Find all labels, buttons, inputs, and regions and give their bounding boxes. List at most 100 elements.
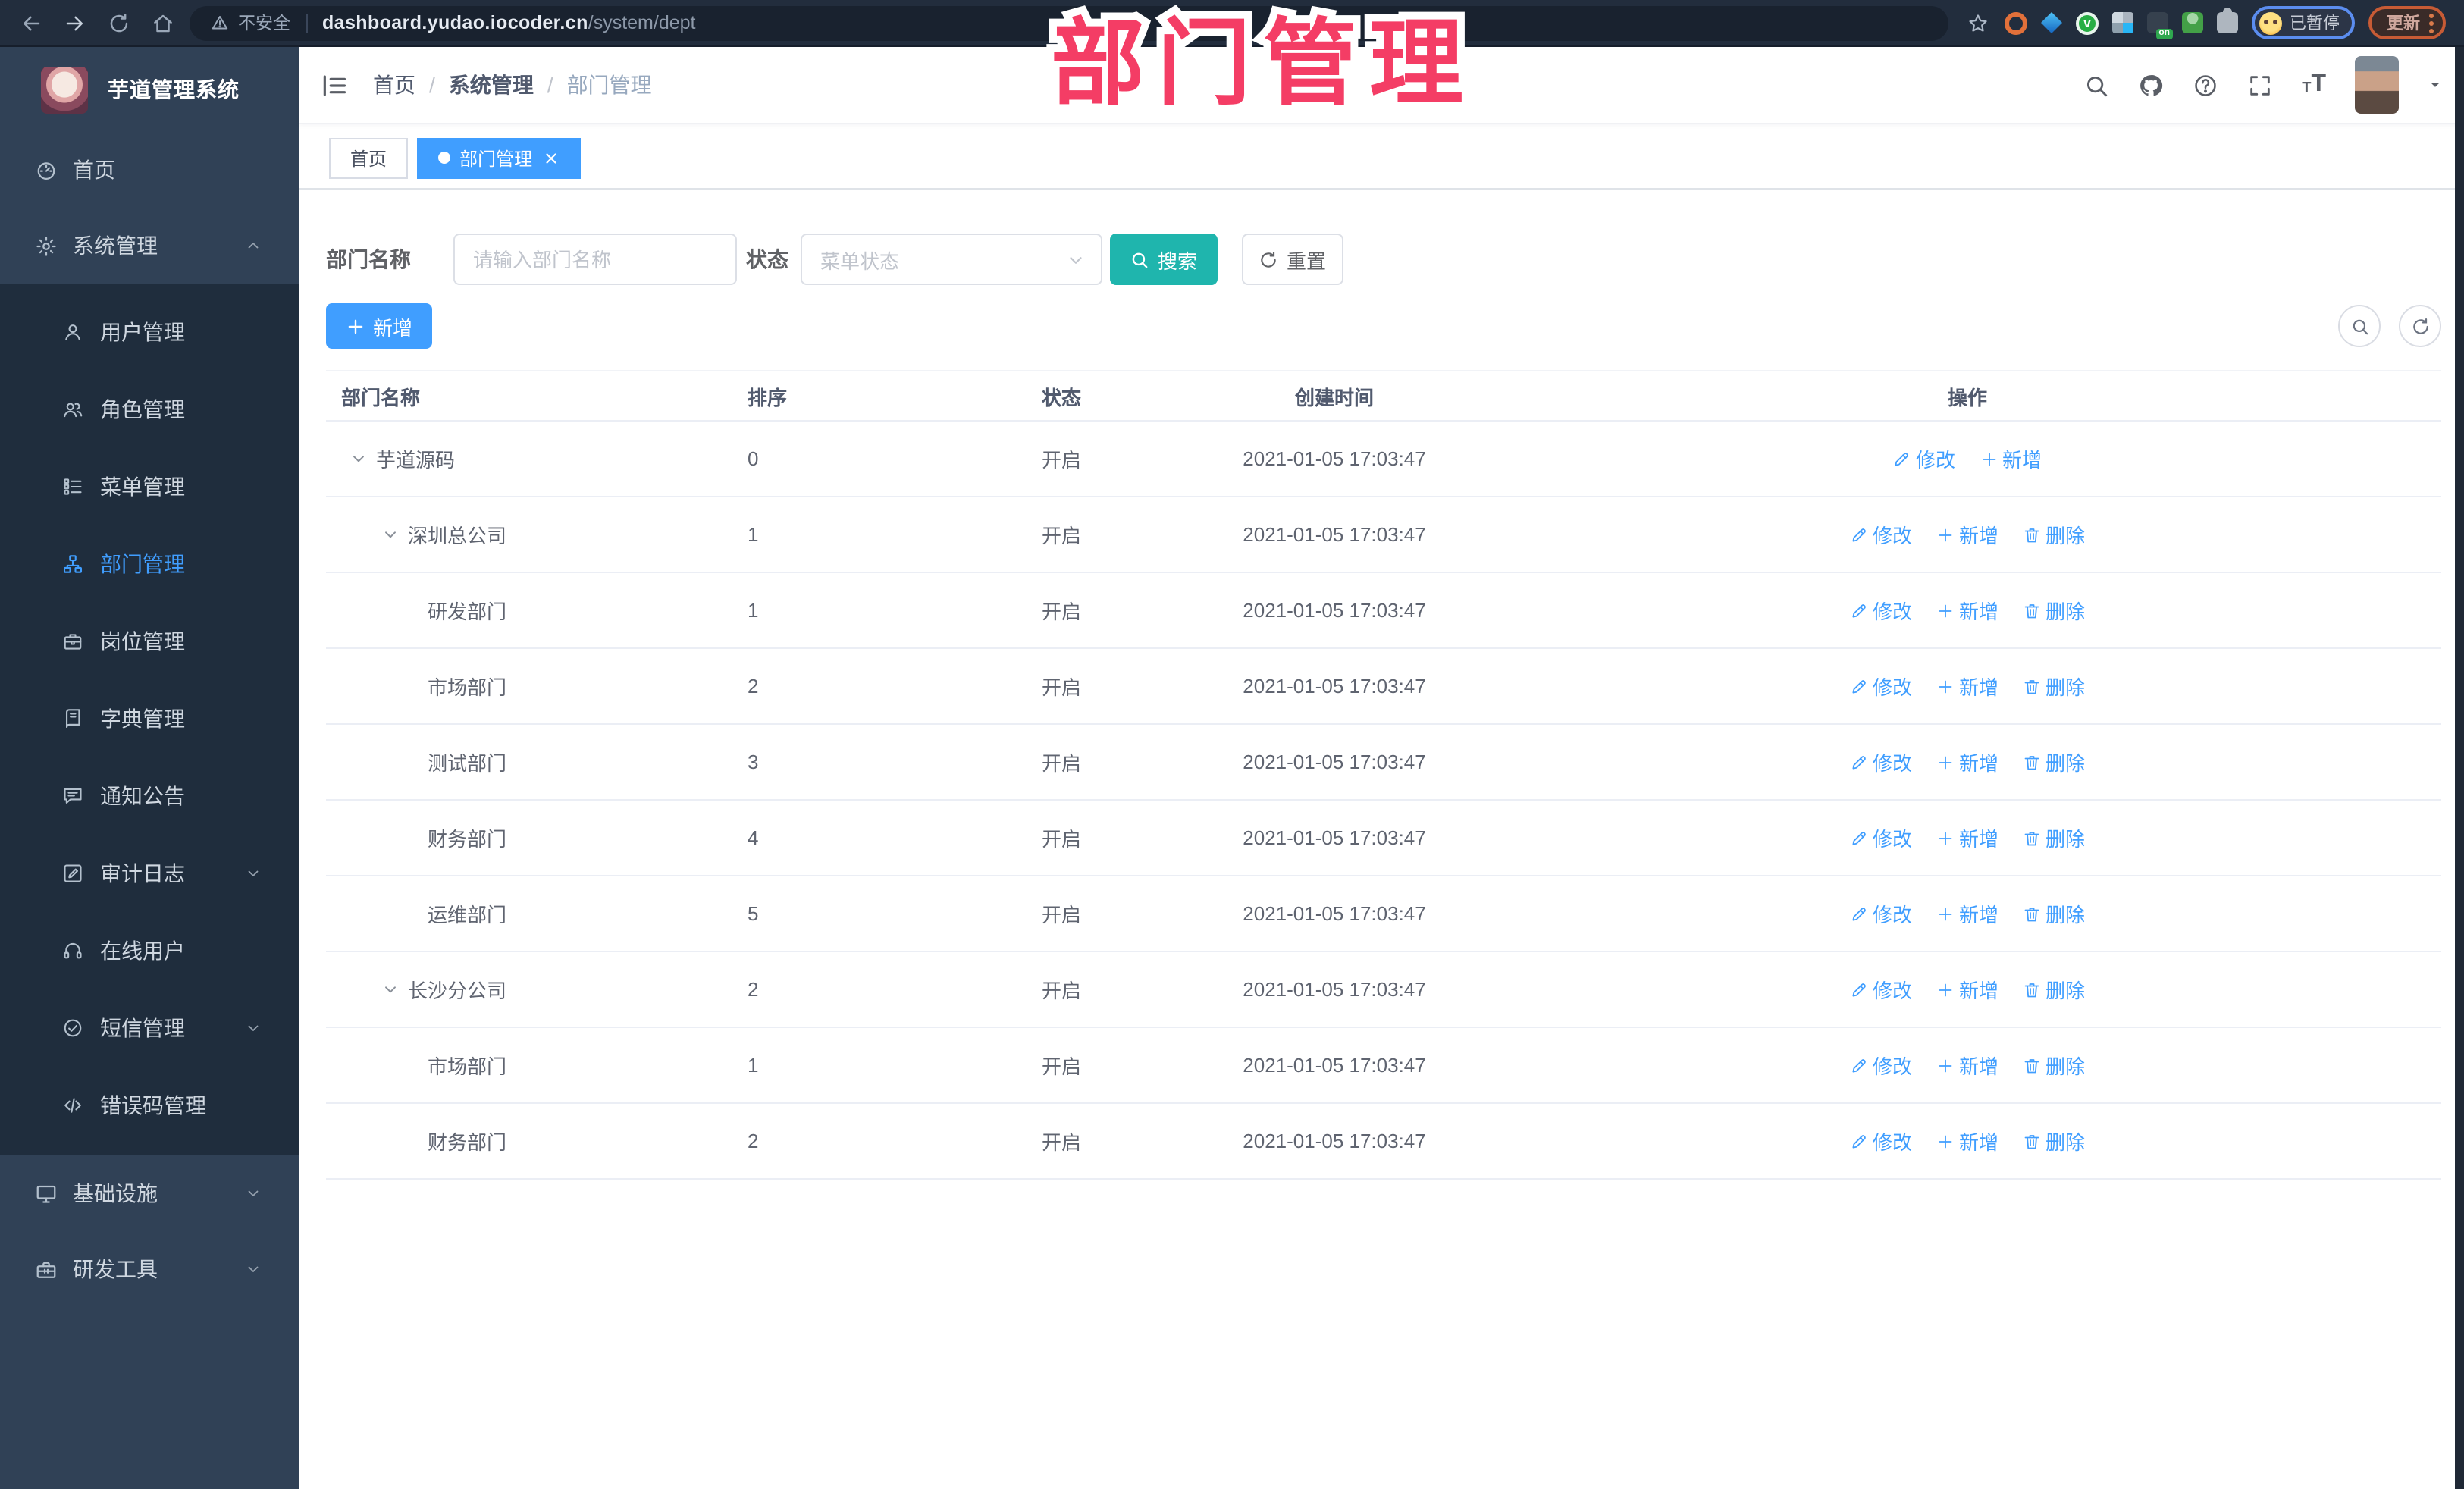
refresh-icon xyxy=(1259,249,1279,269)
github-icon[interactable] xyxy=(2138,72,2164,98)
caret-down-icon[interactable] xyxy=(2428,77,2443,92)
row-action-edit[interactable]: 修改 xyxy=(1850,596,1912,625)
row-action-delete[interactable]: 删除 xyxy=(2023,1127,2085,1155)
row-action-add[interactable]: 新增 xyxy=(1936,748,1998,776)
row-action-delete[interactable]: 删除 xyxy=(2023,899,2085,928)
row-action-delete[interactable]: 删除 xyxy=(2023,748,2085,776)
row-action-delete[interactable]: 删除 xyxy=(2023,1051,2085,1080)
row-action-edit[interactable]: 修改 xyxy=(1850,1127,1912,1155)
table-row: 市场部门 1 开启 2021-01-05 17:03:47 修改 新增 删除 xyxy=(326,1028,2441,1104)
bookmark-star-icon[interactable] xyxy=(1964,9,1991,36)
row-action-edit[interactable]: 修改 xyxy=(1850,899,1912,928)
sidebar-item-dept[interactable]: 部门管理 xyxy=(0,525,299,602)
expand-chevron-icon[interactable] xyxy=(381,980,400,999)
ext-person-icon[interactable] xyxy=(2182,12,2203,33)
add-button[interactable]: 新增 xyxy=(326,303,432,349)
show-search-button[interactable] xyxy=(2338,305,2381,347)
row-action-add[interactable]: 新增 xyxy=(1936,1127,1998,1155)
menu-tree-icon xyxy=(62,475,100,497)
ext-orange-icon[interactable] xyxy=(2005,11,2027,34)
avatar[interactable] xyxy=(2355,56,2399,114)
forward-icon[interactable] xyxy=(59,8,89,38)
breadcrumb-system[interactable]: 系统管理 xyxy=(449,70,534,100)
ext-green-icon[interactable]: v xyxy=(2076,11,2099,34)
reload-icon[interactable] xyxy=(103,8,133,38)
fullscreen-icon[interactable] xyxy=(2247,72,2273,98)
sidebar-item-user[interactable]: 用户管理 xyxy=(0,293,299,370)
row-action-edit[interactable]: 修改 xyxy=(1850,975,1912,1004)
ext-onoff-icon[interactable] xyxy=(2147,12,2173,39)
col-header-name: 部门名称 xyxy=(341,386,421,409)
row-action-edit[interactable]: 修改 xyxy=(1850,823,1912,852)
ext-blue-icon[interactable] xyxy=(2041,12,2062,33)
sidebar-item-sms[interactable]: 短信管理 xyxy=(0,989,299,1066)
search-button[interactable]: 搜索 xyxy=(1110,234,1218,285)
row-action-delete[interactable]: 删除 xyxy=(2023,672,2085,701)
delete-icon xyxy=(2023,904,2041,923)
plus-icon xyxy=(1936,525,1955,544)
app-logo-row[interactable]: 芋道管理系统 xyxy=(0,47,299,132)
url-separator xyxy=(306,13,307,33)
row-action-edit[interactable]: 修改 xyxy=(1850,672,1912,701)
sidebar-item-home[interactable]: 首页 xyxy=(0,132,299,208)
extensions-puzzle-icon[interactable] xyxy=(2217,8,2238,33)
help-icon[interactable] xyxy=(2193,72,2218,98)
row-action-add[interactable]: 新增 xyxy=(1936,899,1998,928)
sidebar-item-menu[interactable]: 菜单管理 xyxy=(0,447,299,525)
sidebar-item-dict[interactable]: 字典管理 xyxy=(0,679,299,757)
row-action-edit[interactable]: 修改 xyxy=(1850,1051,1912,1080)
actions-cell: 修改 新增 删除 xyxy=(1494,1127,2441,1155)
sidebar-item-role[interactable]: 角色管理 xyxy=(0,370,299,447)
row-action-edit[interactable]: 修改 xyxy=(1850,520,1912,549)
security-warning-icon[interactable] xyxy=(211,14,229,32)
row-action-delete[interactable]: 删除 xyxy=(2023,975,2085,1004)
expand-chevron-icon[interactable] xyxy=(381,525,400,544)
hamburger-icon[interactable] xyxy=(320,71,349,99)
breadcrumb-home[interactable]: 首页 xyxy=(373,70,415,100)
browser-menu-dots-icon[interactable] xyxy=(2429,13,2434,33)
row-action-add[interactable]: 新增 xyxy=(1936,596,1998,625)
sidebar-item-dev-tools[interactable]: 研发工具 xyxy=(0,1231,299,1307)
sidebar-item-post[interactable]: 岗位管理 xyxy=(0,602,299,679)
profile-paused-chip[interactable]: 已暂停 xyxy=(2252,6,2355,39)
row-action-edit[interactable]: 修改 xyxy=(1893,444,1955,473)
sidebar-item-online-user[interactable]: 在线用户 xyxy=(0,911,299,989)
ext-grid-icon[interactable] xyxy=(2112,12,2133,33)
reset-button[interactable]: 重置 xyxy=(1242,234,1343,285)
row-action-delete[interactable]: 删除 xyxy=(2023,596,2085,625)
row-action-add[interactable]: 新增 xyxy=(1936,975,1998,1004)
app-logo xyxy=(41,66,88,113)
search-icon[interactable] xyxy=(2083,72,2109,98)
row-action-add[interactable]: 新增 xyxy=(1936,823,1998,852)
tab-label: 部门管理 xyxy=(459,148,533,169)
row-action-delete[interactable]: 删除 xyxy=(2023,520,2085,549)
row-action-edit[interactable]: 修改 xyxy=(1850,748,1912,776)
dictionary-icon xyxy=(62,707,100,729)
close-icon[interactable] xyxy=(543,149,560,166)
sidebar-item-system[interactable]: 系统管理 xyxy=(0,208,299,284)
tab-home[interactable]: 首页 xyxy=(329,137,409,178)
tab-dept-active[interactable]: 部门管理 xyxy=(417,137,582,178)
sidebar-item-audit-log[interactable]: 审计日志 xyxy=(0,834,299,911)
dept-name-input[interactable] xyxy=(453,234,737,285)
row-action-add[interactable]: 新增 xyxy=(1936,520,1998,549)
font-size-icon[interactable]: TT xyxy=(2302,72,2326,97)
home-icon[interactable] xyxy=(147,8,177,38)
address-bar[interactable]: 不安全 dashboard.yudao.iocoder.cn /system/d… xyxy=(190,5,1948,40)
row-action-add[interactable]: 新增 xyxy=(1936,1051,1998,1080)
status-select[interactable]: 菜单状态 xyxy=(801,234,1102,285)
sidebar-item-infra[interactable]: 基础设施 xyxy=(0,1155,299,1231)
scrollbar[interactable] xyxy=(2455,47,2464,1489)
plus-icon xyxy=(346,316,365,336)
edit-icon xyxy=(1850,829,1868,847)
row-action-delete[interactable]: 删除 xyxy=(2023,823,2085,852)
sidebar-item-error-code[interactable]: 错误码管理 xyxy=(0,1066,299,1143)
browser-update-button[interactable]: 更新 xyxy=(2368,6,2446,39)
chevron-icon xyxy=(244,1260,262,1278)
refresh-table-button[interactable] xyxy=(2399,305,2441,347)
row-action-add[interactable]: 新增 xyxy=(1936,672,1998,701)
row-action-add[interactable]: 新增 xyxy=(1980,444,2042,473)
sidebar-item-notice[interactable]: 通知公告 xyxy=(0,757,299,834)
expand-chevron-icon[interactable] xyxy=(349,449,368,469)
back-icon[interactable] xyxy=(15,8,45,38)
